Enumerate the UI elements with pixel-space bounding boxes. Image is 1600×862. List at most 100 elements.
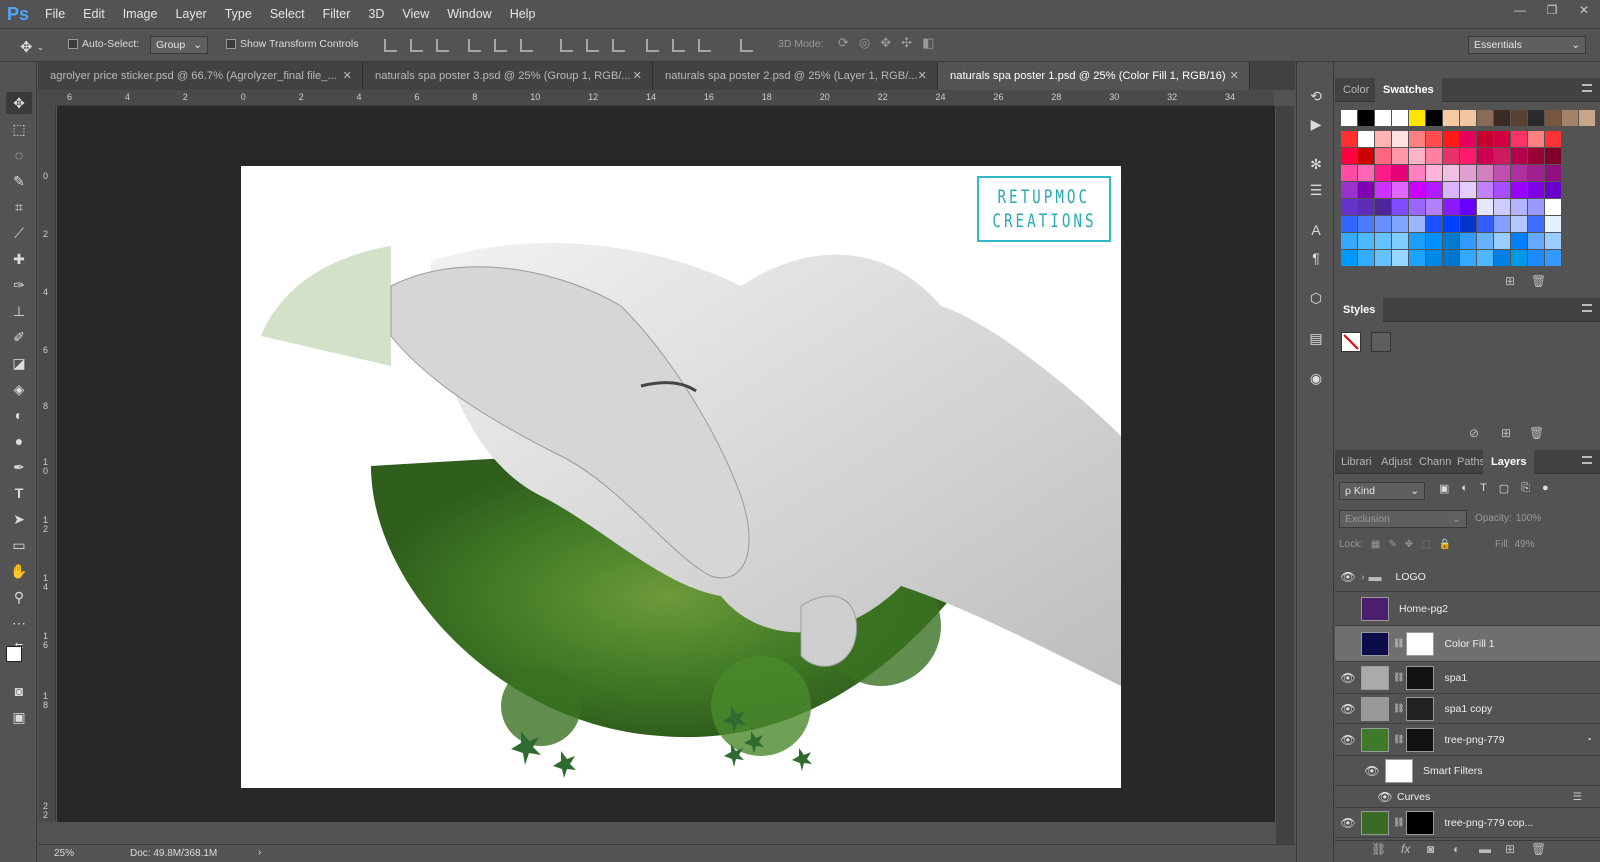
close-button[interactable]: ✕ — [1568, 0, 1600, 20]
layer-mask-thumbnail[interactable] — [1406, 665, 1435, 690]
color-swatch[interactable] — [1409, 233, 1425, 249]
menu-edit[interactable]: Edit — [74, 0, 114, 28]
color-swatch[interactable] — [1358, 233, 1374, 249]
color-swatch[interactable] — [1426, 131, 1442, 147]
color-swatch[interactable] — [1460, 131, 1476, 147]
restore-button[interactable]: ❐ — [1536, 0, 1568, 20]
align-top-icon[interactable] — [384, 39, 397, 52]
panel-menu-icon[interactable] — [1582, 304, 1592, 312]
layer-mask-thumbnail[interactable] — [1406, 631, 1435, 656]
color-swatch[interactable] — [1341, 182, 1357, 198]
color-swatch[interactable] — [1443, 110, 1459, 126]
color-swatch[interactable] — [1511, 131, 1527, 147]
color-swatch[interactable] — [1358, 148, 1374, 164]
color-swatch[interactable] — [1409, 165, 1425, 181]
color-swatch[interactable] — [1494, 148, 1510, 164]
color-swatch[interactable] — [1545, 250, 1561, 266]
paragraph-icon[interactable]: ¶ — [1306, 248, 1326, 268]
color-swatch[interactable] — [1443, 131, 1459, 147]
layer-row-home-pg2[interactable]: Home-pg2 — [1335, 592, 1600, 626]
color-swatch[interactable] — [1375, 199, 1391, 215]
align-left-icon[interactable] — [468, 39, 481, 52]
color-swatch[interactable] — [1409, 199, 1425, 215]
clear-style-icon[interactable]: ⊘ — [1469, 426, 1479, 440]
color-swatch[interactable] — [1392, 131, 1408, 147]
lock-pixels-icon[interactable]: ✎ — [1388, 539, 1396, 550]
visibility-eye-icon[interactable]: 👁 — [1335, 702, 1361, 716]
trash-icon[interactable]: 🗑 — [1529, 426, 1544, 440]
trash-icon[interactable]: 🗑 — [1531, 842, 1546, 856]
filter-smart-icon[interactable]: ⎘ — [1521, 482, 1530, 495]
align-right-icon[interactable] — [520, 39, 533, 52]
distribute-right-icon[interactable] — [698, 39, 711, 52]
minimize-button[interactable]: — — [1504, 0, 1536, 20]
marquee-tool-icon[interactable]: ⬚ — [6, 118, 32, 140]
foreground-color-swatch[interactable] — [6, 646, 22, 662]
panel-menu-icon[interactable] — [1582, 84, 1592, 92]
history-icon[interactable]: ⟲ — [1306, 86, 1326, 106]
layer-row-spa1-copy[interactable]: 👁 ⛓ spa1 copy — [1335, 694, 1600, 724]
quick-select-tool-icon[interactable]: ✎ — [6, 170, 32, 192]
clone-stamp-tool-icon[interactable]: ⊥ — [6, 300, 32, 322]
color-swatch[interactable] — [1375, 148, 1391, 164]
document-canvas[interactable]: RETUPMOC CREATIONS — [241, 166, 1121, 788]
color-swatch[interactable] — [1460, 199, 1476, 215]
distribute-top-icon[interactable] — [560, 39, 573, 52]
color-swatch[interactable] — [1494, 182, 1510, 198]
color-swatch[interactable] — [1443, 148, 1459, 164]
new-swatch-icon[interactable]: ⊞ — [1505, 274, 1515, 288]
add-mask-icon[interactable]: ◙ — [1427, 842, 1434, 856]
color-swatch[interactable] — [1494, 216, 1510, 232]
color-swatch[interactable] — [1392, 250, 1408, 266]
color-swatch[interactable] — [1409, 182, 1425, 198]
color-swatch[interactable] — [1545, 110, 1561, 126]
new-group-icon[interactable]: ▬ — [1479, 842, 1491, 856]
filter-toggle-icon[interactable]: ● — [1542, 482, 1549, 495]
menu-view[interactable]: View — [393, 0, 438, 28]
properties-icon[interactable]: ☰ — [1306, 180, 1326, 200]
zoom-level[interactable]: 25% — [54, 848, 74, 859]
color-swatch[interactable] — [1443, 165, 1459, 181]
color-swatch[interactable] — [1511, 182, 1527, 198]
quick-mask-icon[interactable]: ◙ — [6, 680, 32, 702]
color-swatch[interactable] — [1341, 131, 1357, 147]
lock-all-icon[interactable]: 🔒 — [1439, 539, 1451, 550]
opacity-value[interactable]: 100% — [1516, 513, 1542, 524]
paint-bucket-tool-icon[interactable]: ◈ — [6, 378, 32, 400]
color-swatch[interactable] — [1409, 110, 1425, 126]
color-swatch[interactable] — [1375, 182, 1391, 198]
color-swatch[interactable] — [1426, 216, 1442, 232]
new-layer-icon[interactable]: ⊞ — [1505, 842, 1515, 856]
auto-select-checkbox[interactable]: Auto-Select: — [68, 38, 139, 50]
color-swatch[interactable] — [1545, 233, 1561, 249]
color-swatch[interactable] — [1460, 216, 1476, 232]
color-swatch[interactable] — [1477, 199, 1493, 215]
layer-row-spa1[interactable]: 👁 ⛓ spa1 — [1335, 662, 1600, 694]
3d-orbit-icon[interactable]: ⟳ — [838, 35, 849, 51]
visibility-eye-icon[interactable]: 👁 — [1359, 764, 1385, 778]
layer-filter-dropdown[interactable]: ρ Kind ⌄ — [1339, 482, 1425, 500]
color-swatch[interactable] — [1358, 250, 1374, 266]
character-icon[interactable]: A — [1306, 220, 1326, 240]
color-swatch[interactable] — [1443, 216, 1459, 232]
color-swatch[interactable] — [1545, 165, 1561, 181]
3d-roll-icon[interactable]: ◎ — [859, 35, 870, 51]
color-swatch[interactable] — [1358, 110, 1374, 126]
menu-type[interactable]: Type — [216, 0, 261, 28]
color-swatch[interactable] — [1426, 110, 1442, 126]
dodge-tool-icon[interactable]: ● — [6, 430, 32, 452]
color-swatch[interactable] — [1375, 110, 1391, 126]
tab-styles[interactable]: Styles — [1335, 298, 1384, 322]
style-none-swatch[interactable] — [1341, 332, 1361, 352]
color-swatch[interactable] — [1375, 216, 1391, 232]
rectangle-tool-icon[interactable]: ▭ — [6, 534, 32, 556]
color-swatch[interactable] — [1494, 233, 1510, 249]
new-style-icon[interactable]: ⊞ — [1501, 426, 1511, 440]
history-brush-tool-icon[interactable]: ✐ — [6, 326, 32, 348]
color-swatch[interactable] — [1511, 148, 1527, 164]
3d-slide-icon[interactable]: ✣ — [901, 35, 912, 51]
eraser-tool-icon[interactable]: ◪ — [6, 352, 32, 374]
filter-type-icon[interactable]: T — [1480, 482, 1487, 495]
hand-tool-icon[interactable]: ✋ — [6, 560, 32, 582]
layer-row-color-fill-1[interactable]: ⛓ Color Fill 1 — [1335, 626, 1600, 662]
